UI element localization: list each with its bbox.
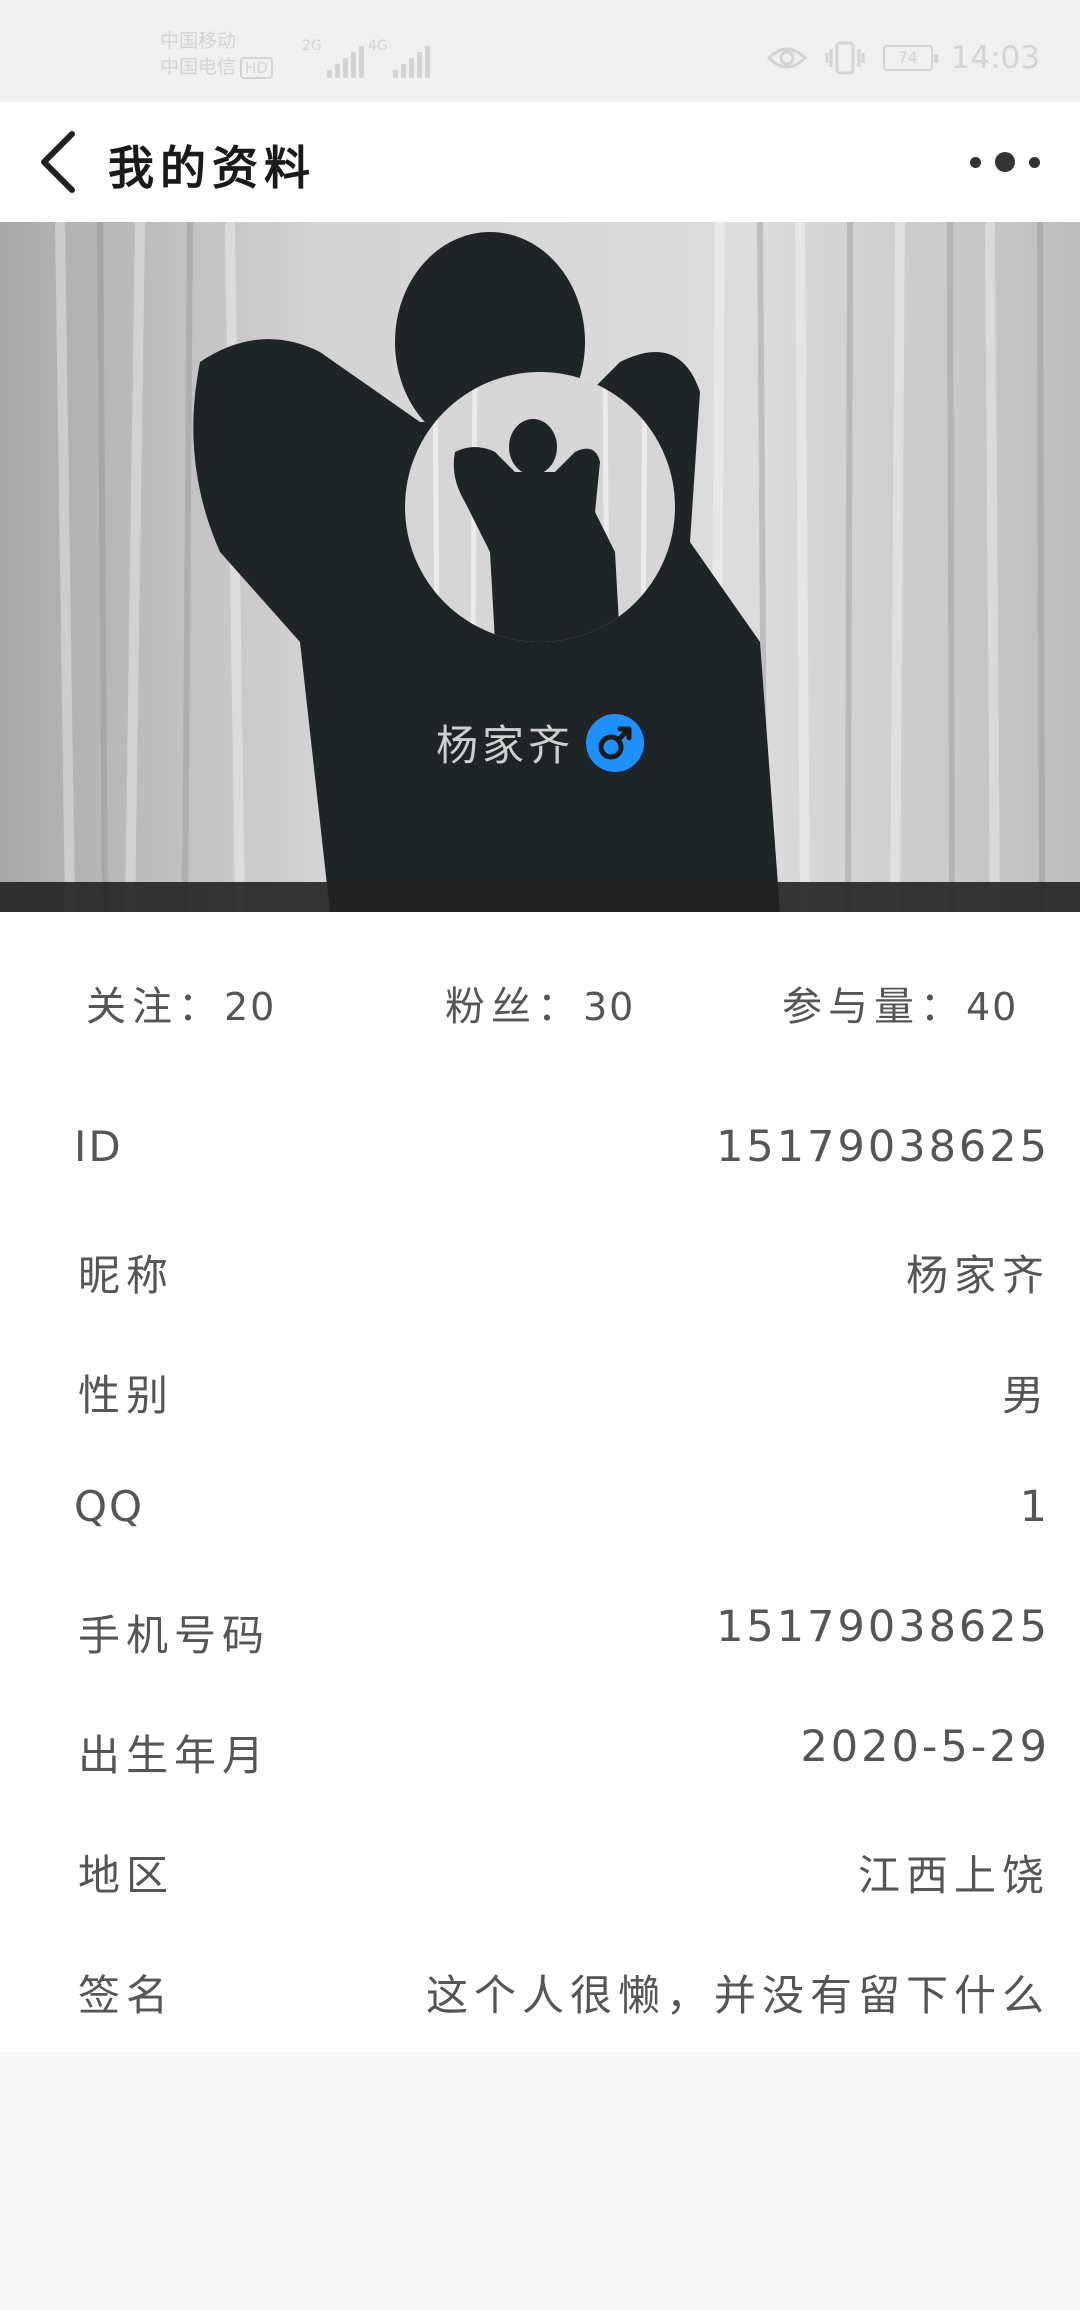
stat-followers-label: 粉丝： — [445, 984, 583, 1030]
more-button[interactable] — [970, 142, 1040, 182]
stats-row: 关注：20 粉丝：30 参与量：40 — [0, 974, 1080, 1034]
status-time: 14:03 — [950, 40, 1040, 76]
detail-row-nickname[interactable]: 昵称 杨家齐 — [0, 1212, 1080, 1332]
network-type-1: 2G — [302, 38, 322, 54]
network-type-2: 4G — [368, 38, 388, 54]
avatar-photo — [405, 372, 675, 642]
stat-engagement-label: 参与量： — [782, 984, 966, 1030]
detail-row-id: ID 15179038625 — [0, 1092, 1080, 1212]
stat-followers-value: 30 — [583, 985, 636, 1029]
male-icon — [586, 713, 644, 772]
signal-strength-2-icon: 4G — [368, 38, 430, 78]
detail-label-birthdate: 出生年月 — [78, 1731, 271, 1780]
detail-label-qq: QQ — [74, 1482, 145, 1531]
detail-row-birthdate[interactable]: 出生年月 2020-5-29 — [0, 1692, 1080, 1812]
status-bar: 中国移动 中国电信 HD 2G 4G 74 14:03 — [0, 0, 1080, 102]
profile-name: 杨家齐 — [435, 721, 574, 770]
detail-label-phone: 手机号码 — [78, 1611, 271, 1660]
more-dot-center — [995, 152, 1015, 172]
detail-value-birthdate: 2020-5-29 — [800, 1722, 1050, 1772]
detail-value-qq: 1 — [1019, 1482, 1050, 1532]
detail-value-phone: 15179038625 — [716, 1602, 1050, 1652]
carrier-2: 中国电信 — [160, 56, 237, 78]
detail-label-region: 地区 — [78, 1851, 175, 1900]
detail-value-gender: 男 — [1001, 1371, 1050, 1420]
more-dots-icon — [970, 156, 981, 168]
avatar[interactable] — [405, 372, 675, 642]
detail-value-id: 15179038625 — [716, 1122, 1050, 1172]
stat-followers[interactable]: 粉丝：30 — [445, 974, 635, 1032]
detail-label-signature: 签名 — [78, 1971, 175, 2020]
detail-value-nickname: 杨家齐 — [905, 1251, 1050, 1300]
signal-strength-1-icon: 2G — [302, 38, 364, 78]
profile-info-panel: 关注：20 粉丝：30 参与量：40 ID 15179038625 昵称 杨家齐… — [0, 912, 1080, 2052]
detail-label-nickname: 昵称 — [78, 1251, 175, 1300]
detail-row-region[interactable]: 地区 江西上饶 — [0, 1812, 1080, 1932]
carrier-1: 中国移动 — [160, 30, 237, 52]
stat-engagement-value: 40 — [966, 985, 1019, 1029]
eye-icon — [766, 47, 807, 69]
carrier-info: 中国移动 中国电信 HD — [160, 28, 300, 80]
hd-badge: HD — [240, 57, 273, 79]
detail-label-gender: 性别 — [78, 1371, 175, 1420]
app-header: 我的资料 — [0, 102, 1080, 222]
stat-following[interactable]: 关注：20 — [86, 974, 276, 1032]
detail-label-id: ID — [74, 1122, 123, 1171]
detail-value-region: 江西上饶 — [857, 1851, 1050, 1900]
detail-row-qq[interactable]: QQ 1 — [0, 1452, 1080, 1572]
stat-following-value: 20 — [224, 985, 277, 1029]
more-dot-right — [1029, 156, 1040, 168]
detail-row-gender[interactable]: 性别 男 — [0, 1332, 1080, 1452]
page-title: 我的资料 — [108, 141, 316, 195]
chevron-left-icon — [41, 131, 75, 193]
detail-value-signature: 这个人很懒，并没有留下什么 — [425, 1971, 1050, 2020]
profile-cover-image: 杨家齐 — [0, 222, 1080, 912]
page-bottom-area — [0, 2052, 1080, 2310]
detail-row-phone[interactable]: 手机号码 15179038625 — [0, 1572, 1080, 1692]
detail-row-signature[interactable]: 签名 这个人很懒，并没有留下什么 — [0, 1932, 1080, 2052]
battery-icon: 74 — [882, 45, 938, 71]
vibrate-icon — [825, 41, 865, 75]
profile-name-row: 杨家齐 — [0, 712, 1080, 773]
stat-following-label: 关注： — [86, 984, 224, 1030]
stat-engagement[interactable]: 参与量：40 — [782, 974, 1018, 1032]
back-button[interactable] — [30, 128, 90, 196]
